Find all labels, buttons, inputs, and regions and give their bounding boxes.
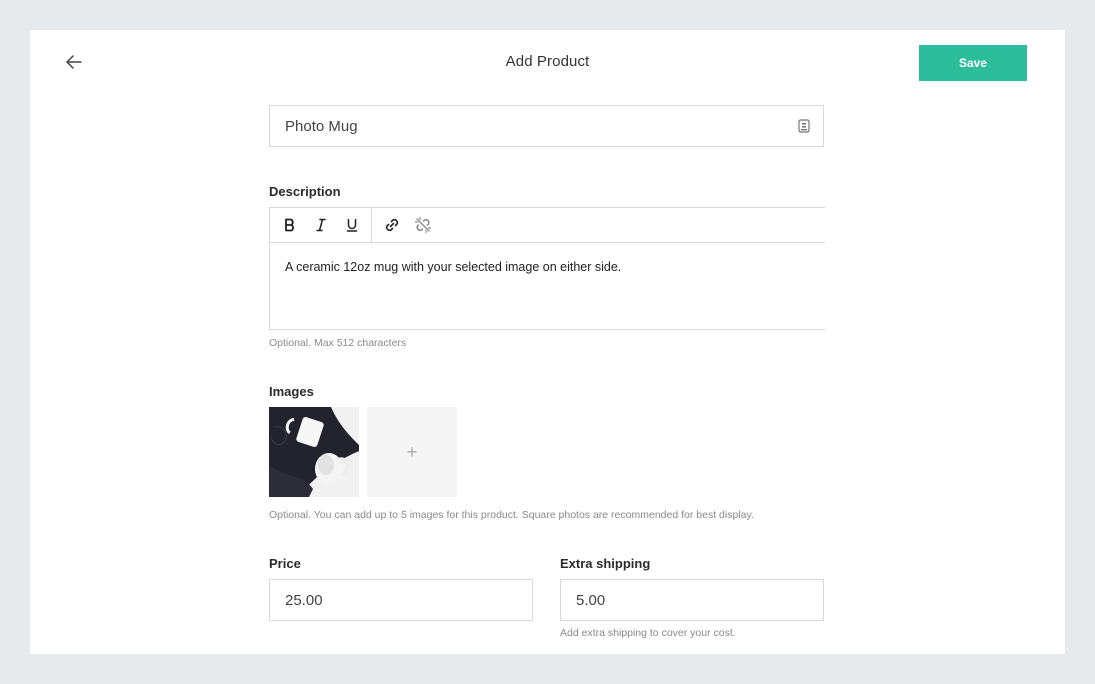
- images-label: Images: [269, 384, 314, 399]
- page-title: Add Product: [505, 53, 590, 70]
- link-group: [371, 208, 442, 242]
- description-editor: A ceramic 12oz mug with your selected im…: [269, 207, 825, 330]
- format-group: [270, 208, 371, 242]
- extra-shipping-field[interactable]: [560, 579, 824, 621]
- product-image-thumbnail[interactable]: [269, 407, 359, 497]
- product-form-card: Add Product Save Description: [30, 30, 1065, 654]
- unlink-icon[interactable]: [407, 208, 438, 242]
- underline-icon[interactable]: [336, 208, 367, 242]
- extra-shipping-hint: Add extra shipping to cover your cost.: [560, 627, 736, 639]
- description-hint: Optional. Max 512 characters: [269, 337, 407, 349]
- bold-icon[interactable]: [274, 208, 305, 242]
- price-input[interactable]: [285, 591, 517, 609]
- add-image-button[interactable]: +: [367, 407, 457, 497]
- price-field[interactable]: [269, 579, 533, 621]
- description-text[interactable]: A ceramic 12oz mug with your selected im…: [270, 243, 825, 291]
- link-icon[interactable]: [376, 208, 407, 242]
- price-label: Price: [269, 556, 301, 571]
- plus-icon: +: [406, 441, 418, 462]
- images-hint: Optional. You can add up to 5 images for…: [269, 509, 754, 521]
- italic-icon[interactable]: [305, 208, 336, 242]
- extra-shipping-label: Extra shipping: [560, 556, 651, 571]
- description-label: Description: [269, 184, 341, 199]
- editor-toolbar: [270, 208, 825, 243]
- mug-photo: [269, 407, 359, 497]
- save-button[interactable]: Save: [919, 45, 1027, 81]
- product-name-input[interactable]: [285, 117, 797, 135]
- autofill-icon[interactable]: [797, 118, 811, 134]
- extra-shipping-input[interactable]: [576, 591, 808, 609]
- product-name-field[interactable]: [269, 105, 824, 147]
